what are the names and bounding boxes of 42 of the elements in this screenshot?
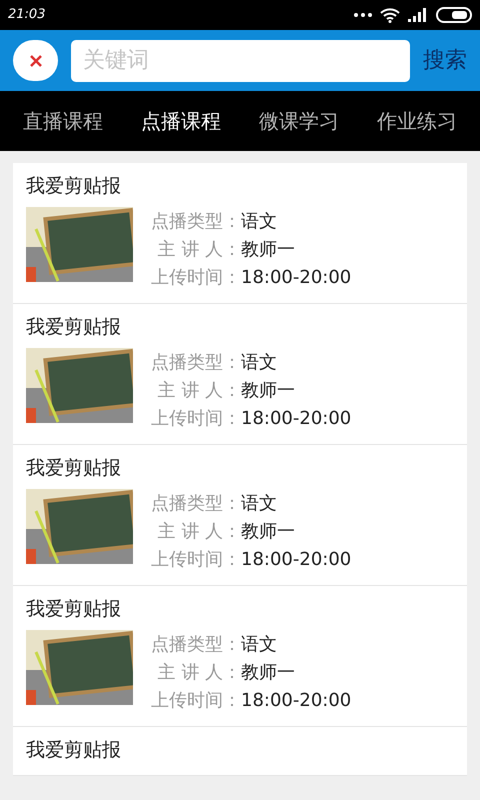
field-value: 18:00-20:00 bbox=[241, 406, 352, 430]
close-icon bbox=[28, 54, 42, 68]
field-value: 18:00-20:00 bbox=[241, 266, 352, 290]
signal-icon bbox=[408, 8, 428, 22]
tab[interactable]: 微课学习 bbox=[259, 106, 339, 136]
field-value: 18:00-20:00 bbox=[241, 688, 352, 712]
field-value: 教师一 bbox=[241, 378, 295, 402]
field-value: 语文 bbox=[241, 492, 277, 516]
field-value: 教师一 bbox=[241, 238, 295, 262]
battery-icon bbox=[436, 7, 472, 23]
search-button[interactable]: 搜索 bbox=[423, 44, 467, 77]
field-label: 主 讲 人： bbox=[156, 238, 241, 262]
tab[interactable]: 作业练习 bbox=[377, 106, 457, 136]
course-title[interactable]: 我爱剪贴报 bbox=[26, 173, 454, 199]
field-label: 点播类型： bbox=[150, 210, 241, 234]
status-time: 21:03 bbox=[8, 6, 46, 24]
field-label: 上传时间： bbox=[150, 688, 241, 712]
field-label: 主 讲 人： bbox=[156, 660, 241, 684]
field-value: 教师一 bbox=[241, 520, 295, 544]
field-value: 语文 bbox=[241, 632, 277, 656]
field-value: 语文 bbox=[241, 210, 277, 234]
search-field[interactable]: 关键词 bbox=[71, 40, 410, 82]
field-label: 上传时间： bbox=[150, 266, 241, 290]
tab[interactable]: 点播课程 bbox=[141, 106, 221, 136]
field-label: 点播类型： bbox=[150, 492, 241, 516]
wifi-icon bbox=[380, 8, 400, 22]
course-title[interactable]: 我爱剪贴报 bbox=[26, 455, 454, 481]
field-label: 点播类型： bbox=[150, 350, 241, 374]
course-title[interactable]: 我爱剪贴报 bbox=[26, 737, 454, 763]
clear-button[interactable] bbox=[13, 40, 58, 81]
field-value: 语文 bbox=[241, 350, 277, 374]
course-title[interactable]: 我爱剪贴报 bbox=[26, 596, 454, 622]
field-label: 主 讲 人： bbox=[156, 378, 241, 402]
course-title[interactable]: 我爱剪贴报 bbox=[26, 314, 454, 340]
field-label: 点播类型： bbox=[150, 632, 241, 656]
field-label: 上传时间： bbox=[150, 548, 241, 572]
field-label: 主 讲 人： bbox=[156, 520, 241, 544]
tab[interactable]: 直播课程 bbox=[23, 106, 103, 136]
field-value: 18:00-20:00 bbox=[241, 548, 352, 572]
field-label: 上传时间： bbox=[150, 406, 241, 430]
field-value: 教师一 bbox=[241, 660, 295, 684]
more-dots-icon bbox=[354, 13, 372, 17]
